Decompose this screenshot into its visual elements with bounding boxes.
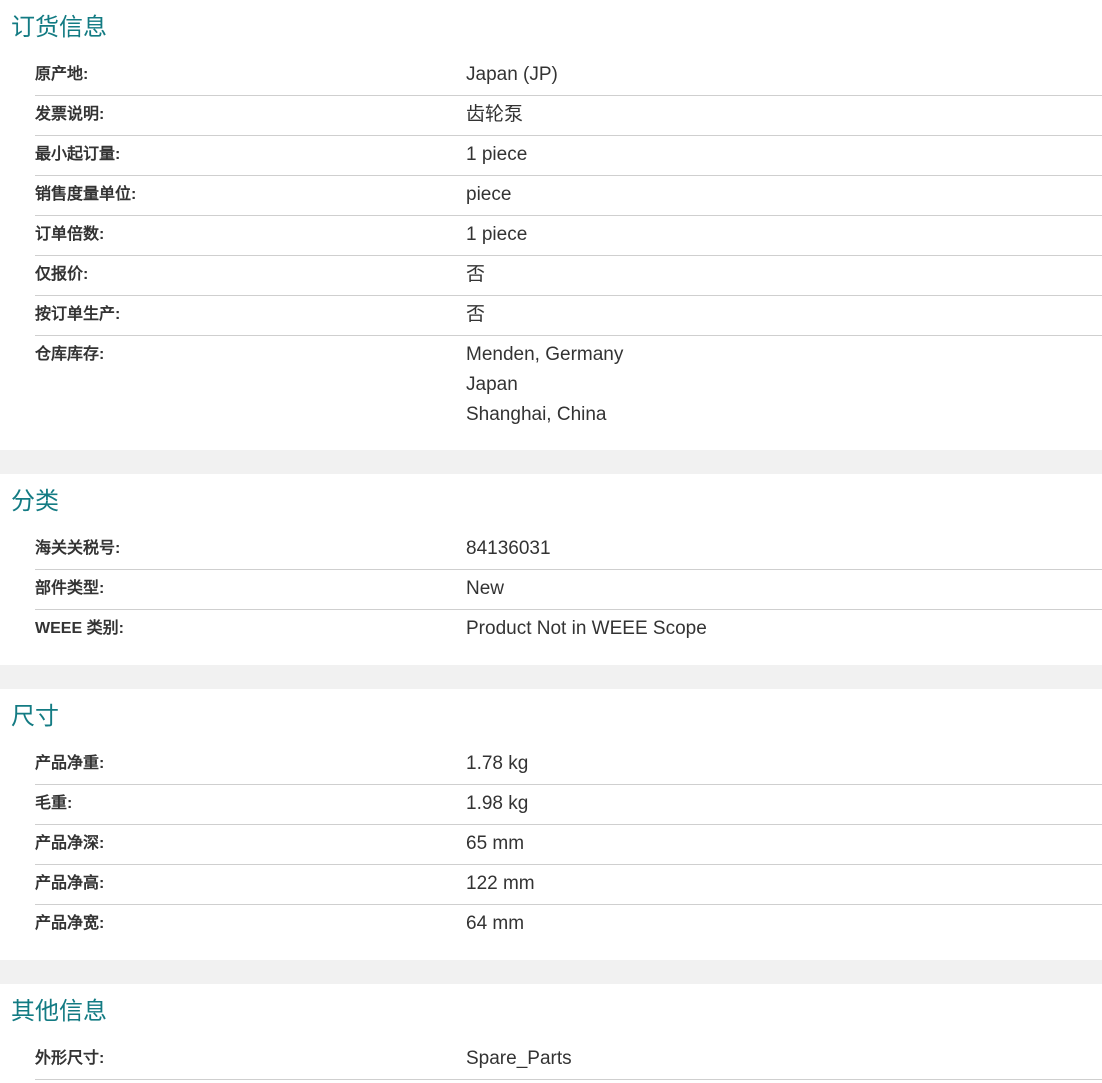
table-row: 毛重: 1.98 kg bbox=[35, 785, 1102, 825]
row-label: 产品净重: bbox=[35, 755, 105, 772]
row-value: 84136031 bbox=[466, 538, 551, 559]
other-info-table: 外形尺寸: Spare_Parts bbox=[35, 1040, 1102, 1080]
section-divider bbox=[0, 960, 1102, 984]
row-value: 1 piece bbox=[466, 144, 528, 165]
row-value: 1.98 kg bbox=[466, 793, 529, 814]
table-row: 销售度量单位: piece bbox=[35, 176, 1102, 216]
row-label: 部件类型: bbox=[35, 580, 105, 597]
row-value: piece bbox=[466, 184, 512, 205]
table-row: 海关关税号: 84136031 bbox=[35, 530, 1102, 570]
row-value: 64 mm bbox=[466, 913, 525, 934]
row-label: 产品净宽: bbox=[35, 915, 105, 932]
row-label: 原产地: bbox=[35, 66, 89, 83]
table-row: 外形尺寸: Spare_Parts bbox=[35, 1040, 1102, 1080]
section-divider bbox=[0, 450, 1102, 474]
table-row: 发票说明: 齿轮泵 bbox=[35, 96, 1102, 136]
row-label: 最小起订量: bbox=[35, 146, 121, 163]
stock-location: Japan bbox=[466, 374, 518, 395]
table-row: 产品净重: 1.78 kg bbox=[35, 745, 1102, 785]
section-divider bbox=[0, 665, 1102, 689]
row-label: 按订单生产: bbox=[35, 306, 121, 323]
row-value: 否 bbox=[466, 264, 486, 285]
row-label: 仓库库存: bbox=[35, 346, 105, 363]
table-row: 最小起订量: 1 piece bbox=[35, 136, 1102, 176]
table-row: 部件类型: New bbox=[35, 570, 1102, 610]
row-value: Product Not in WEEE Scope bbox=[466, 618, 707, 639]
row-value: 否 bbox=[466, 304, 486, 325]
table-row: 原产地: Japan (JP) bbox=[35, 56, 1102, 96]
row-label: 销售度量单位: bbox=[35, 186, 137, 203]
row-value: 1 piece bbox=[466, 224, 528, 245]
stock-location: Shanghai, China bbox=[466, 404, 607, 425]
table-row: WEEE 类别: Product Not in WEEE Scope bbox=[35, 610, 1102, 650]
table-row-stock: 仓库库存: Menden, Germany Japan Shanghai, Ch… bbox=[35, 336, 1102, 450]
table-row: 产品净宽: 64 mm bbox=[35, 905, 1102, 945]
table-row: 按订单生产: 否 bbox=[35, 296, 1102, 336]
row-value: Japan (JP) bbox=[466, 64, 558, 85]
classification-table: 海关关税号: 84136031 部件类型: New WEEE 类别: Produ… bbox=[35, 530, 1102, 650]
table-row: 产品净深: 65 mm bbox=[35, 825, 1102, 865]
stock-location: Menden, Germany bbox=[466, 344, 624, 365]
row-value: 65 mm bbox=[466, 833, 525, 854]
row-label: 订单倍数: bbox=[35, 226, 105, 243]
row-label: WEEE 类别: bbox=[35, 620, 124, 637]
section-classification: 分类 海关关税号: 84136031 部件类型: New WEEE 类别: Pr… bbox=[0, 474, 1102, 665]
table-row: 仅报价: 否 bbox=[35, 256, 1102, 296]
row-value: 1.78 kg bbox=[466, 753, 529, 774]
dimensions-table: 产品净重: 1.78 kg 毛重: 1.98 kg 产品净深: 65 mm 产品… bbox=[35, 745, 1102, 945]
section-title-classification: 分类 bbox=[11, 488, 59, 515]
row-value: Spare_Parts bbox=[466, 1048, 572, 1069]
table-row: 订单倍数: 1 piece bbox=[35, 216, 1102, 256]
section-title-other: 其他信息 bbox=[11, 998, 107, 1025]
row-label: 发票说明: bbox=[35, 106, 105, 123]
section-title-dimensions: 尺寸 bbox=[11, 703, 59, 730]
section-title-ordering: 订货信息 bbox=[11, 14, 107, 41]
row-value: 齿轮泵 bbox=[466, 104, 524, 125]
row-label: 产品净高: bbox=[35, 875, 105, 892]
row-label: 外形尺寸: bbox=[35, 1050, 105, 1067]
ordering-info-table: 原产地: Japan (JP) 发票说明: 齿轮泵 最小起订量: 1 piece… bbox=[35, 56, 1102, 450]
row-value: New bbox=[466, 578, 505, 599]
section-ordering-info: 订货信息 原产地: Japan (JP) 发票说明: 齿轮泵 最小起订量: 1 … bbox=[0, 0, 1102, 450]
row-label: 海关关税号: bbox=[35, 540, 121, 557]
section-other-info: 其他信息 外形尺寸: Spare_Parts bbox=[0, 984, 1102, 1083]
stock-locations: Menden, Germany Japan Shanghai, China bbox=[466, 344, 1102, 434]
row-label: 仅报价: bbox=[35, 266, 89, 283]
row-label: 毛重: bbox=[35, 795, 73, 812]
row-label: 产品净深: bbox=[35, 835, 105, 852]
table-row: 产品净高: 122 mm bbox=[35, 865, 1102, 905]
row-value: 122 mm bbox=[466, 873, 535, 894]
section-dimensions: 尺寸 产品净重: 1.78 kg 毛重: 1.98 kg 产品净深: 65 mm… bbox=[0, 689, 1102, 960]
